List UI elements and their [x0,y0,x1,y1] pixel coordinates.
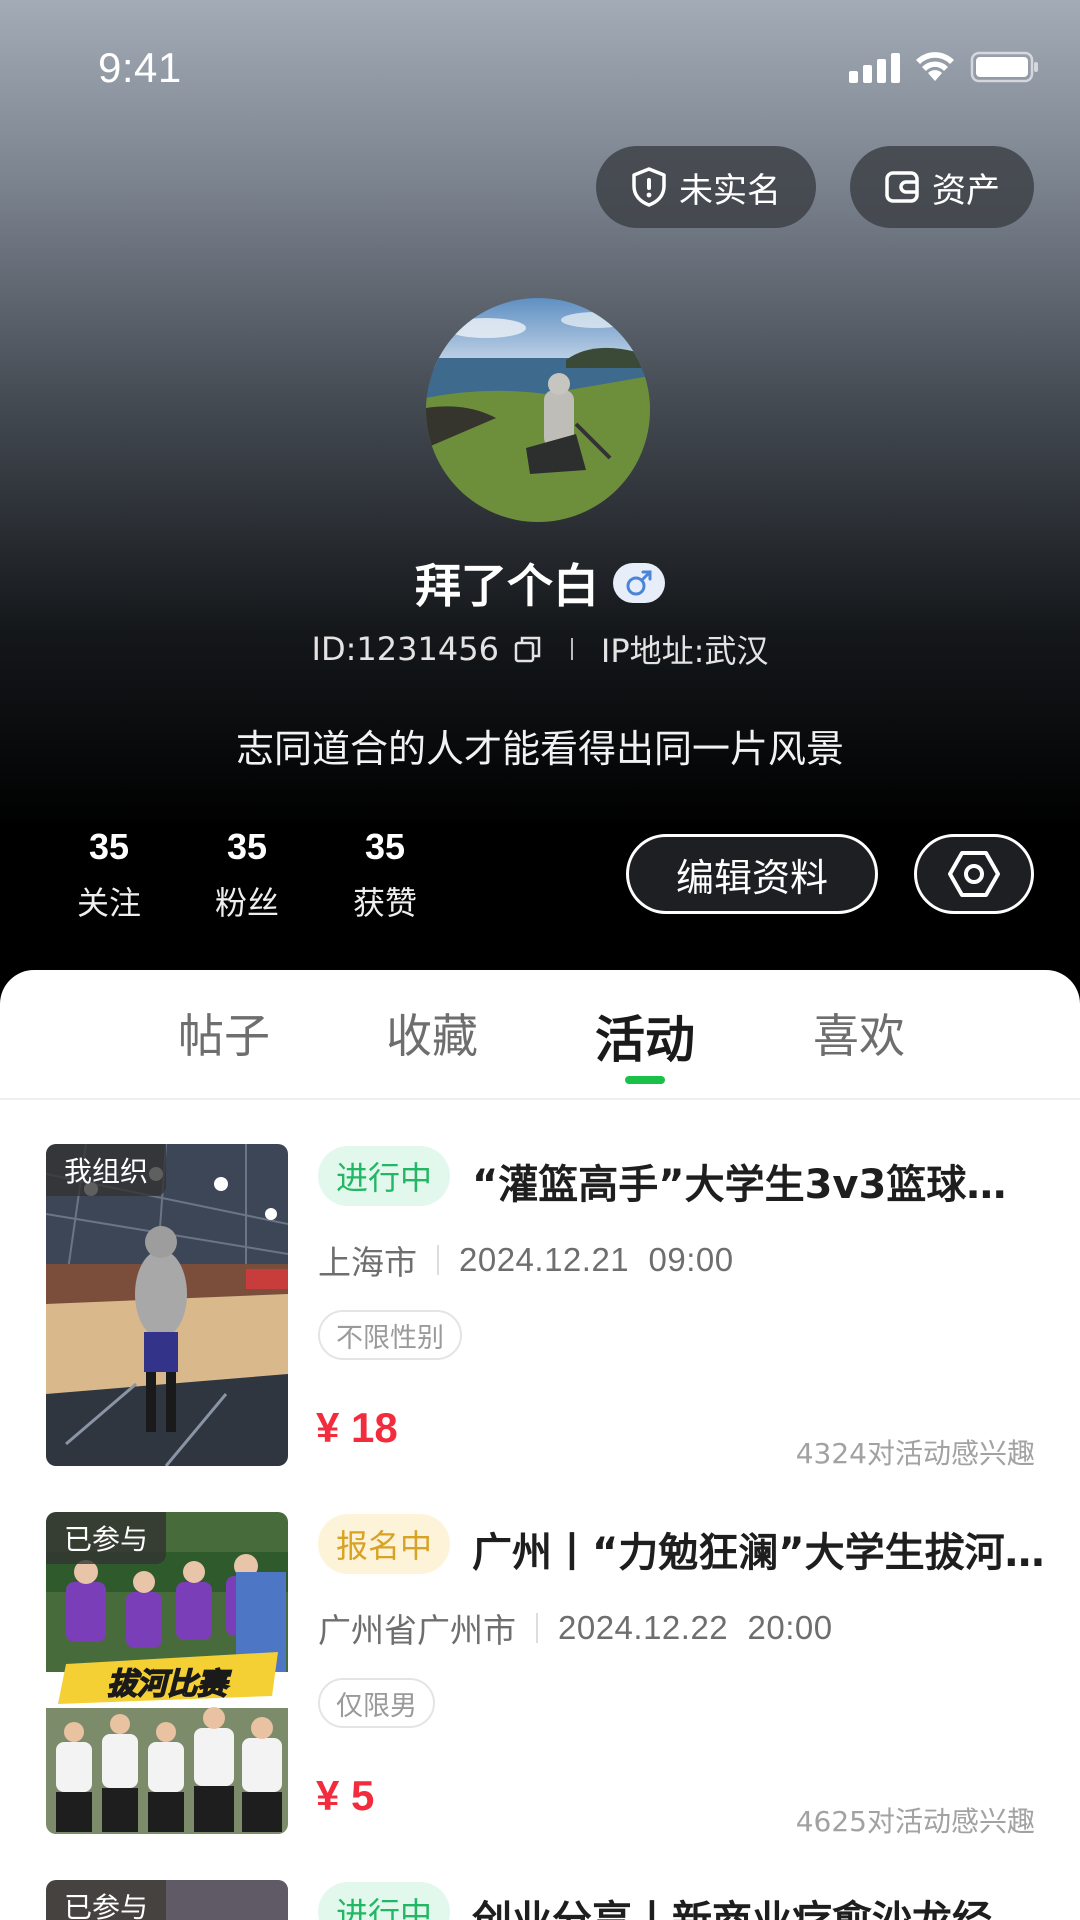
profile-meta: ID:1231456 IP地址:武汉 [0,626,1080,672]
activity-city: 广州省广州市 [318,1611,516,1650]
stat-value: 35 [364,826,406,867]
tab-posts[interactable]: 帖子 [178,1000,270,1066]
avatar[interactable] [426,298,650,522]
activity-card[interactable]: 已参与 进行中 创业分享丨新商业疗愈沙龙经… [0,1880,1080,1920]
meta-divider [570,638,573,660]
stat-label: 粉丝 [214,884,279,922]
profile-tabs: 帖子 收藏 活动 喜欢 [0,1000,1080,1096]
stat-following[interactable]: 35 关注 [40,826,178,924]
assets-label: 资产 [932,170,1000,211]
stats-row: 35 关注 35 粉丝 35 获赞 [40,826,454,924]
wallet-icon [885,171,919,203]
wifi-icon [916,52,954,81]
edit-profile-button[interactable]: 编辑资料 [626,834,878,914]
activity-location-time: 上海市 2024.12.21 09:00 [318,1236,734,1284]
ip-location: IP地址:武汉 [600,632,769,670]
settings-hex-icon [948,851,1000,897]
verify-identity-button[interactable]: 未实名 [596,146,816,228]
gender-requirement-tag: 不限性别 [318,1310,462,1360]
stat-likes[interactable]: 35 获赞 [316,826,454,924]
status-time: 9:41 [98,44,182,91]
activity-status-badge: 进行中 [318,1146,451,1206]
stat-followers[interactable]: 35 粉丝 [178,826,316,924]
tab-likes[interactable]: 喜欢 [813,1000,905,1066]
activity-title: 广州丨“力勉狂澜”大学生拔河… [472,1530,1045,1576]
interest-count: 4625对活动感兴趣 [795,1805,1035,1838]
status-icons [849,50,1040,84]
activity-card[interactable]: 拔河比赛 已参与 报名中 广州丨“力勉狂澜”大学生拔河… 广州省广州市 2024… [0,1512,1080,1842]
activity-city: 上海市 [318,1243,417,1282]
settings-button[interactable] [914,834,1034,914]
tab-activities[interactable]: 活动 [595,1000,695,1072]
gender-requirement-tag: 仅限男 [318,1678,435,1728]
user-id: ID:1231456 [311,630,499,668]
stat-label: 获赞 [352,884,417,922]
stat-value: 35 [88,826,130,867]
stat-value: 35 [226,826,268,867]
location-divider [536,1613,538,1643]
activity-card[interactable]: 我组织 进行中 “灌篮高手”大学生3v3篮球挑… 上海市 2024.12.21 … [0,1144,1080,1474]
cellular-signal-icon [849,51,900,83]
activity-title: “灌篮高手”大学生3v3篮球挑… [472,1162,1046,1208]
activity-datetime: 2024.12.21 09:00 [459,1241,734,1278]
activity-price: ¥ 5 [316,1772,375,1819]
activity-title: 创业分享丨新商业疗愈沙龙经… [472,1888,1046,1920]
activity-status-badge: 报名中 [318,1514,451,1574]
battery-icon [970,51,1038,83]
tabs-divider [0,1098,1080,1100]
verify-label: 未实名 [679,170,781,211]
activity-thumbnail: 我组织 [46,1144,288,1466]
banner-text: 拔河比赛 [107,1667,232,1702]
username-row: 拜了个白 [0,550,1080,616]
activity-price: ¥ 18 [316,1404,398,1451]
activity-datetime: 2024.12.22 20:00 [558,1609,833,1646]
assets-button[interactable]: 资产 [850,146,1034,228]
tab-favorites[interactable]: 收藏 [386,1000,478,1066]
location-divider [437,1245,439,1275]
bio: 志同道合的人才能看得出同一片风景 [235,727,844,771]
activity-role-tag: 我组织 [46,1144,167,1196]
interest-count: 4324对活动感兴趣 [795,1437,1035,1470]
shield-icon [632,167,666,207]
activity-thumbnail: 已参与 [46,1880,288,1920]
copy-icon[interactable] [513,634,543,664]
activity-thumbnail: 拔河比赛 已参与 [46,1512,288,1834]
activity-role-tag: 已参与 [46,1880,167,1920]
active-tab-indicator [625,1076,665,1084]
stat-label: 关注 [76,884,141,922]
activity-location-time: 广州省广州市 2024.12.22 20:00 [318,1604,833,1652]
username: 拜了个白 [415,559,599,613]
avatar-image [426,298,650,522]
male-gender-icon [613,563,665,603]
activity-role-tag: 已参与 [46,1512,167,1564]
activity-status-badge: 进行中 [318,1882,451,1920]
